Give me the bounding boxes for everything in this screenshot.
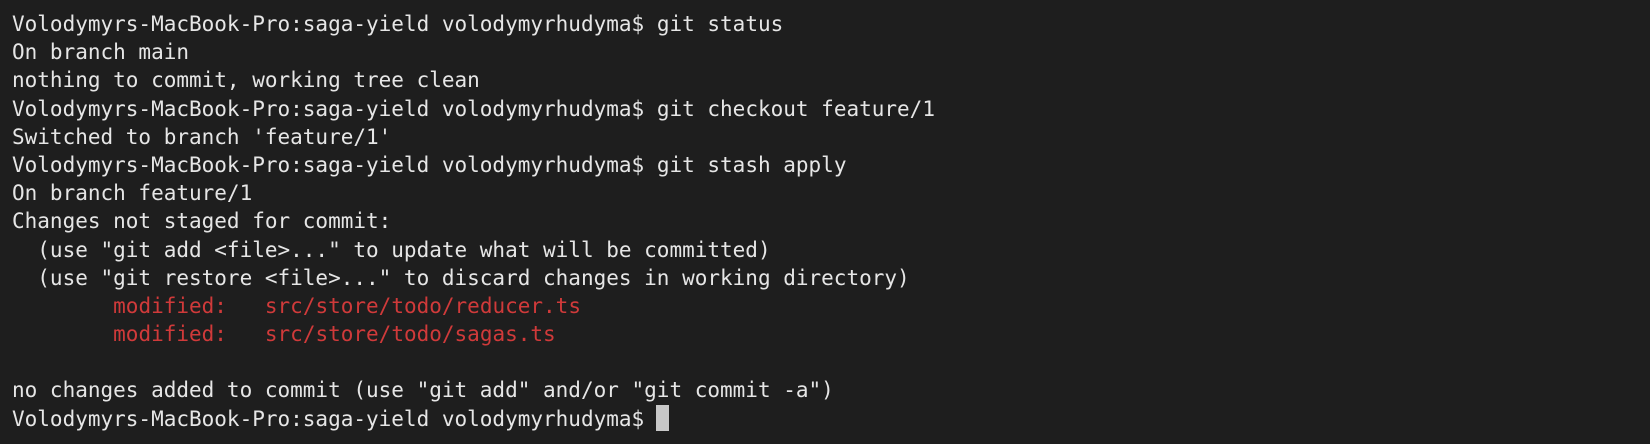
output-line: no changes added to commit (use "git add…	[12, 378, 834, 403]
command-line: Volodymyrs-MacBook-Pro:saga-yield volody…	[12, 95, 1638, 123]
output-line: nothing to commit, working tree clean	[12, 68, 480, 93]
output-line: (use "git add <file>..." to update what …	[12, 237, 771, 262]
command-line: Volodymyrs-MacBook-Pro:saga-yield volody…	[12, 151, 1638, 179]
modified-file-line: modified: src/store/todo/reducer.ts	[12, 292, 1638, 320]
command-text: git stash apply	[656, 152, 847, 177]
command-line: Volodymyrs-MacBook-Pro:saga-yield volody…	[12, 10, 1638, 38]
output-line: Switched to branch 'feature/1'	[12, 124, 392, 149]
shell-prompt: Volodymyrs-MacBook-Pro:saga-yield volody…	[12, 96, 645, 121]
modified-label: modified:	[113, 293, 227, 318]
modified-file-path: src/store/todo/sagas.ts	[264, 322, 556, 347]
output-line: On branch feature/1	[12, 181, 253, 206]
text-cursor	[656, 404, 670, 431]
modified-label: modified:	[113, 322, 227, 347]
output-line: On branch main	[12, 40, 190, 65]
modified-file-path: src/store/todo/reducer.ts	[264, 293, 581, 318]
output-line: (use "git restore <file>..." to discard …	[12, 265, 910, 290]
output-line: Changes not staged for commit:	[12, 209, 392, 234]
command-text: git status	[656, 12, 784, 36]
shell-prompt: Volodymyrs-MacBook-Pro:saga-yield volody…	[12, 12, 645, 36]
shell-prompt: Volodymyrs-MacBook-Pro:saga-yield volody…	[12, 406, 645, 431]
modified-file-line: modified: src/store/todo/sagas.ts	[12, 320, 1638, 348]
command-line[interactable]: Volodymyrs-MacBook-Pro:saga-yield volody…	[12, 404, 1638, 433]
terminal-window[interactable]: Volodymyrs-MacBook-Pro:saga-yield volody…	[0, 0, 1650, 444]
shell-prompt: Volodymyrs-MacBook-Pro:saga-yield volody…	[12, 152, 645, 177]
command-text: git checkout feature/1	[656, 96, 935, 121]
